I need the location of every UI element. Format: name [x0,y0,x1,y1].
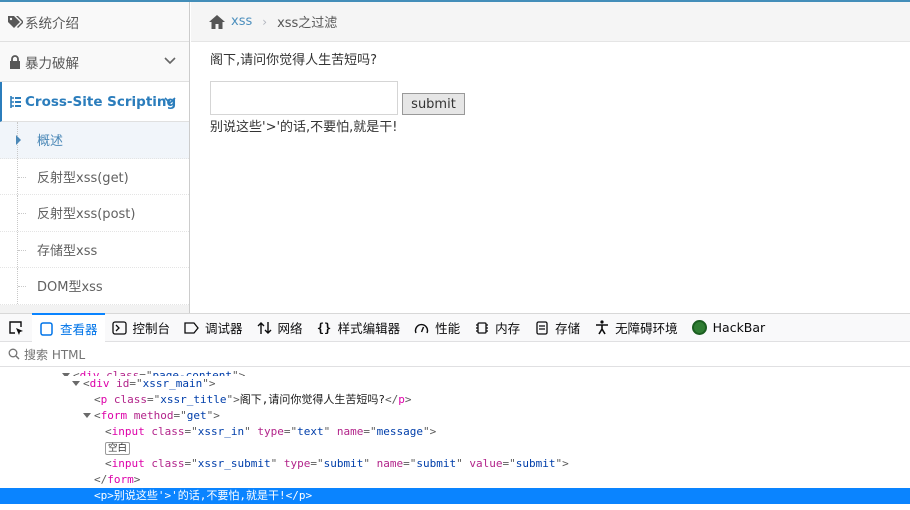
devtools-tab-label: 调试器 [205,321,243,336]
devtools-tab-label: HackBar [712,320,766,335]
tree-node-input-text[interactable]: <input class="xssr_in" type="text" name=… [0,424,910,440]
element-picker-button[interactable] [0,313,32,342]
tags-icon [7,14,23,30]
sidebar-subitem-overview[interactable]: 概述 [0,122,189,159]
accessibility-icon [594,320,609,335]
search-html-bar[interactable]: 搜索 HTML [0,342,910,367]
sidebar-subitem-label: 反射型xss(get) [37,170,129,186]
tree-node-page-content[interactable]: <div class="page-content"> [0,368,910,376]
sidebar: 系统介绍 暴力破解 Cross-Site Scripting 概述 反射型xss… [0,2,190,313]
performance-icon [414,320,429,335]
devtools-tab-memory[interactable]: 内存 [467,313,527,342]
tree-node-form-close[interactable]: </form> [0,472,910,488]
console-icon [111,320,127,335]
sidebar-subitem-reflected-get[interactable]: 反射型xss(get) [0,158,189,195]
submit-button[interactable]: submit [402,93,465,115]
debugger-icon [184,320,199,335]
breadcrumb: xss › xss之过滤 [191,2,910,42]
chevron-down-icon [164,57,176,65]
style-editor-icon: {} [316,320,332,335]
sidebar-subitem-stored[interactable]: 存储型xss [0,231,189,268]
chevron-down-icon [164,97,176,105]
element-picker-icon [9,320,23,335]
devtools-tab-style-editor[interactable]: {} 样式编辑器 [310,313,408,342]
memory-icon [474,320,489,335]
caret-right-icon [16,135,21,145]
expand-toggle-icon[interactable] [83,413,91,418]
tree-node-title-p[interactable]: <p class="xssr_title">阁下,请问你觉得人生苦短吗?</p> [0,392,910,408]
sidebar-item-label: 系统介绍 [25,15,79,32]
tree-node-xssr-main[interactable]: <div id="xssr_main"> [0,376,910,392]
message-input[interactable] [210,81,398,115]
sidebar-item-label: Cross-Site Scripting [25,93,177,110]
breadcrumb-separator-icon: › [262,14,268,29]
devtools-tab-performance[interactable]: 性能 [407,313,467,342]
devtools-tab-storage[interactable]: 存储 [527,313,587,342]
search-icon [8,348,20,360]
devtools-tab-label: 无障碍环境 [615,321,678,336]
markup-tree: <div class="page-content"> <div id="xssr… [0,368,910,510]
page-title: 阁下,请问你觉得人生苦短吗? [210,53,378,68]
devtools-tab-network[interactable]: 网络 [250,313,310,342]
main-content: 阁下,请问你觉得人生苦短吗? submit 别说这些'>'的话,不要怕,就是干! [210,52,890,135]
sidebar-subitem-label: 概述 [37,134,64,150]
sidebar-subitem-label: 反射型xss(post) [37,207,136,223]
devtools-tab-hackbar[interactable]: HackBar [685,313,773,342]
storage-icon [534,320,549,335]
xss-submenu: 概述 反射型xss(get) 反射型xss(post) 存储型xss DOM型x… [0,122,189,305]
sidebar-subitem-label: DOM型xss [37,280,103,296]
devtools-tab-label: 控制台 [132,321,171,336]
tree-node-input-submit[interactable]: <input class="xssr_submit" type="submit"… [0,456,910,472]
devtools-tab-inspector[interactable]: 查看器 [32,313,105,342]
result-message: 别说这些'>'的话,不要怕,就是干! [210,120,398,135]
sidebar-item-system-intro[interactable]: 系统介绍 [0,2,189,42]
home-icon[interactable] [208,14,226,30]
devtools-tab-console[interactable]: 控制台 [105,313,178,342]
list-tree-icon [7,94,23,110]
tree-node-message-p-selected[interactable]: <p>别说这些'>'的话,不要怕,就是干!</p> [0,488,910,504]
expand-toggle-icon[interactable] [72,381,80,386]
breadcrumb-current: xss之过滤 [277,16,338,31]
search-html-input[interactable]: 搜索 HTML [24,346,85,363]
sidebar-subitem-dom[interactable]: DOM型xss [0,268,189,305]
xss-form: submit [210,81,465,115]
lock-icon [7,54,23,70]
network-icon [257,320,272,335]
devtools-tab-label: 性能 [435,321,461,336]
tree-node-form[interactable]: <form method="get"> [0,408,910,424]
sidebar-subitem-label: 存储型xss [37,243,98,259]
devtools-tab-label: 内存 [495,321,521,336]
devtools-toolbar: 查看器 控制台 调试器 网络 {} 样式编辑器 性能 内存 存储 无障碍环境 H… [0,313,910,342]
inspector-icon [39,321,54,336]
tree-node-whitespace[interactable]: 空白 [0,440,910,456]
sidebar-item-brute-force[interactable]: 暴力破解 [0,42,189,82]
devtools-tab-label: 网络 [277,321,303,336]
hackbar-icon [691,320,707,335]
devtools-tab-debugger[interactable]: 调试器 [177,313,250,342]
sidebar-subitem-reflected-post[interactable]: 反射型xss(post) [0,195,189,232]
sidebar-item-xss[interactable]: Cross-Site Scripting [0,82,189,122]
whitespace-badge: 空白 [105,442,131,455]
sidebar-item-label: 暴力破解 [25,55,79,72]
devtools-tab-accessibility[interactable]: 无障碍环境 [587,313,685,342]
breadcrumb-link-xss[interactable]: xss [231,14,252,29]
devtools-tab-label: 查看器 [60,322,98,337]
devtools-tab-label: 存储 [555,321,581,336]
devtools-tab-label: 样式编辑器 [337,321,401,336]
